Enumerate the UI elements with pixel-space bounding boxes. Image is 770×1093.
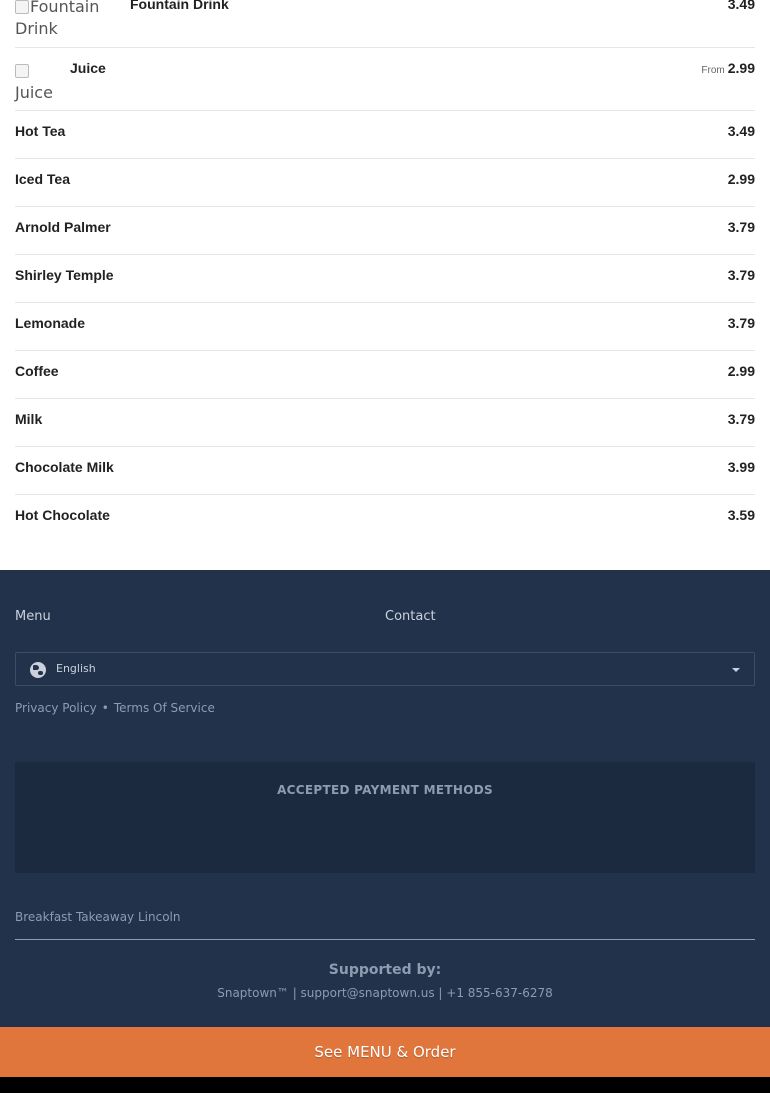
payment-methods-panel: ACCEPTED PAYMENT METHODS <box>15 762 755 873</box>
menu-item-price: From 2.99 <box>701 60 755 76</box>
globe-icon <box>30 662 46 678</box>
fountain-drink-image: Fountain Drink <box>15 0 100 38</box>
menu-item[interactable]: Arnold Palmer 3.79 <box>15 207 755 255</box>
menu-item-name: Hot Tea <box>15 123 66 139</box>
menu-item-name: Coffee <box>15 363 59 379</box>
menu-item-price: 3.79 <box>727 411 755 427</box>
menu-item-price: 3.79 <box>727 267 755 283</box>
supported-by-heading: Supported by: <box>328 962 442 978</box>
menu-item[interactable]: Hot Tea 3.49 <box>15 111 755 159</box>
menu-item-name: Shirley Temple <box>15 267 114 283</box>
menu-item-juice[interactable]: Juice Juice From 2.99 <box>15 48 755 111</box>
legal-separator: • <box>101 701 109 715</box>
footer-divider <box>15 939 755 940</box>
menu-item-name: Arnold Palmer <box>15 219 111 235</box>
menu-item-name: Chocolate Milk <box>15 459 114 475</box>
footer-menu-link[interactable]: Menu <box>15 609 51 624</box>
menu-item-name: Hot Chocolate <box>15 507 110 523</box>
language-selected-value: English <box>56 662 96 675</box>
menu-item-name: Juice <box>70 60 106 76</box>
legal-links: Privacy Policy • Terms Of Service <box>15 701 215 715</box>
menu-item-price: 2.99 <box>727 363 755 379</box>
menu-list: Fountain Drink Fountain Drink 3.49 Juice… <box>0 0 770 570</box>
menu-item-price: 3.99 <box>727 459 755 475</box>
menu-item-price: 2.99 <box>727 171 755 187</box>
business-name-link[interactable]: Breakfast Takeaway Lincoln <box>15 910 180 924</box>
menu-item-name: Milk <box>15 411 43 427</box>
privacy-policy-link[interactable]: Privacy Policy <box>15 701 97 715</box>
price-from-label: From <box>701 65 725 76</box>
juice-image: Juice <box>15 60 60 104</box>
see-menu-order-button[interactable]: See MENU & Order <box>0 1027 770 1077</box>
menu-item-price: 3.49 <box>727 0 755 12</box>
menu-item-fountain-drink[interactable]: Fountain Drink Fountain Drink 3.49 <box>15 0 755 48</box>
footer-contact-link[interactable]: Contact <box>385 609 436 624</box>
menu-item-name: Iced Tea <box>15 171 70 187</box>
language-select[interactable]: English <box>15 652 755 686</box>
payment-methods-title: ACCEPTED PAYMENT METHODS <box>277 783 493 797</box>
menu-item[interactable]: Shirley Temple 3.79 <box>15 255 755 303</box>
broken-image-icon <box>15 0 29 14</box>
menu-item[interactable]: Hot Chocolate 3.59 <box>15 495 755 543</box>
menu-item[interactable]: Coffee 2.99 <box>15 351 755 399</box>
menu-item-price: 3.59 <box>727 507 755 523</box>
menu-item-name: Fountain Drink <box>130 0 229 12</box>
menu-item[interactable]: Milk 3.79 <box>15 399 755 447</box>
menu-item[interactable]: Lemonade 3.79 <box>15 303 755 351</box>
menu-item-name: Lemonade <box>15 315 86 331</box>
menu-item[interactable]: Chocolate Milk 3.99 <box>15 447 755 495</box>
menu-item-price: 3.79 <box>727 315 755 331</box>
support-contact-line: Snaptown™ | support@snaptown.us | +1 855… <box>217 986 553 1000</box>
site-footer: Menu Contact English Privacy Policy • Term… <box>0 570 770 1027</box>
menu-item-price: 3.79 <box>727 219 755 235</box>
bottom-strip <box>0 1077 770 1093</box>
broken-image-icon <box>15 64 29 78</box>
caret-down-icon <box>732 668 740 672</box>
terms-of-service-link[interactable]: Terms Of Service <box>114 701 215 715</box>
menu-item[interactable]: Iced Tea 2.99 <box>15 159 755 207</box>
menu-item-price: 3.49 <box>727 123 755 139</box>
